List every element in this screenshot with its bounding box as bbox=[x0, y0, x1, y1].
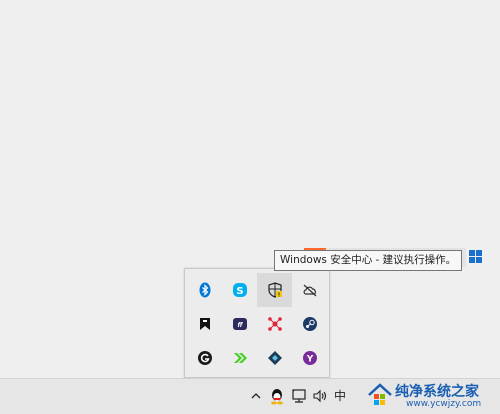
watermark-title: 纯净系统之家 bbox=[395, 384, 479, 400]
watermark-url: www.ycwjzy.com bbox=[406, 399, 482, 409]
network-node-app-icon[interactable] bbox=[257, 307, 292, 341]
green-chevron-app-icon[interactable] bbox=[222, 341, 257, 375]
svg-text:Y: Y bbox=[305, 355, 313, 365]
windows-logo-icon[interactable] bbox=[469, 249, 483, 263]
watermark-logo: 纯净系统之家 www.ycwjzy.com bbox=[365, 378, 500, 413]
network-icon[interactable] bbox=[290, 387, 308, 405]
bluetooth-icon[interactable] bbox=[187, 273, 222, 307]
purple-y-app-icon[interactable]: Y bbox=[292, 341, 327, 375]
steam-icon[interactable] bbox=[292, 307, 327, 341]
bookmark-app-icon[interactable] bbox=[187, 307, 222, 341]
cloud-offline-icon[interactable] bbox=[292, 273, 327, 307]
security-tooltip: Windows 安全中心 - 建议执行操作。 bbox=[274, 250, 463, 271]
chat-app-icon[interactable]: ff bbox=[222, 307, 257, 341]
qq-icon[interactable] bbox=[268, 387, 286, 405]
volume-icon[interactable] bbox=[311, 387, 329, 405]
ime-indicator[interactable]: 中 bbox=[334, 387, 346, 404]
g-app-icon[interactable] bbox=[187, 341, 222, 375]
hidden-icons-flyout: S ! ff Y bbox=[184, 268, 330, 378]
svg-text:S: S bbox=[236, 286, 243, 297]
svg-text:!: ! bbox=[277, 292, 280, 298]
windows-security-warning-icon[interactable]: ! bbox=[257, 273, 292, 307]
diamond-app-icon[interactable] bbox=[257, 341, 292, 375]
chevron-up-icon[interactable] bbox=[247, 387, 265, 405]
watermark-house-icon bbox=[367, 382, 393, 408]
skype-icon[interactable]: S bbox=[222, 273, 257, 307]
